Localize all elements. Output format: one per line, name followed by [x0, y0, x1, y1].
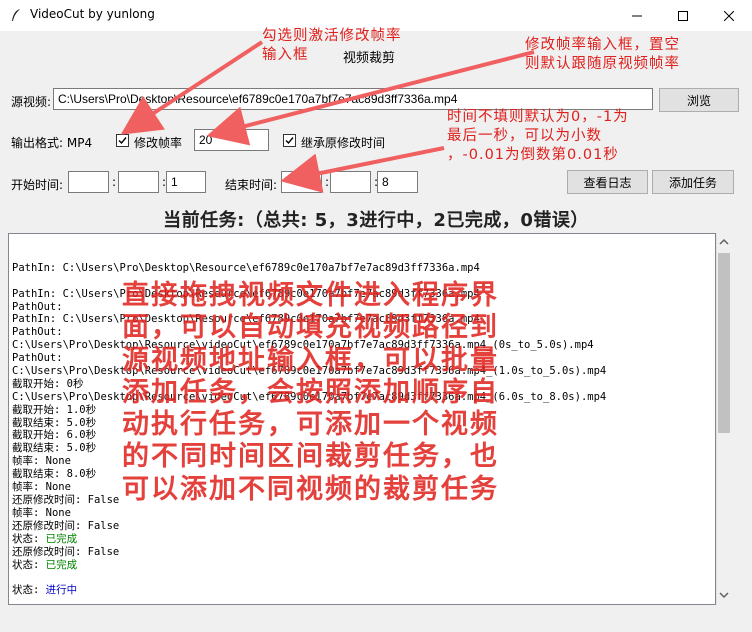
- annotation-note-fps-checkbox: 勾选则激活修改帧率 输入框: [262, 28, 402, 63]
- annotation-note-time: 时间不填则默认为0，-1为 最后一秒，可以为小数 ，-0.01为倒数第0.01秒: [447, 109, 629, 163]
- annotation-note-fps-input: 修改帧率输入框，置空 则默认跟随原视频帧率: [525, 37, 680, 72]
- annotation-drag-drop-note: 直接拖拽视频文件进入程序界 面，可以自动填充视频路径到 源视频地址输入框，可以批…: [122, 280, 499, 505]
